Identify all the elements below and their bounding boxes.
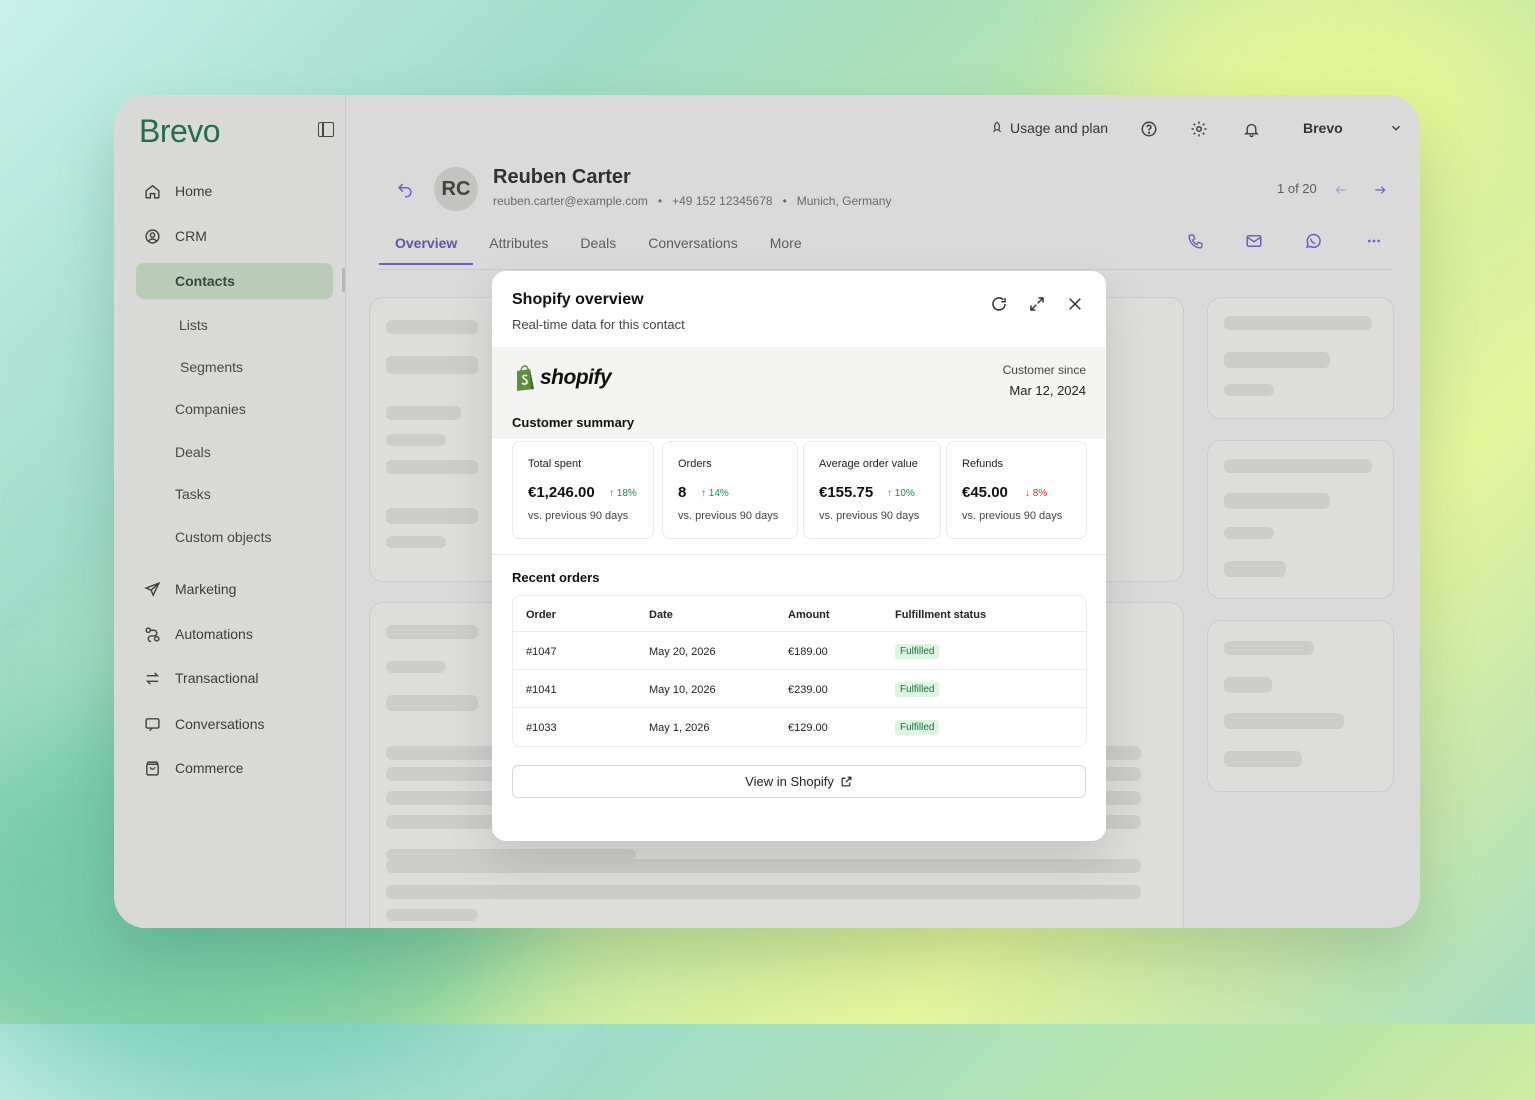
stat-change: ↓ 8% bbox=[1025, 488, 1048, 499]
stat-compare: vs. previous 90 days bbox=[962, 510, 1063, 522]
expand-icon[interactable] bbox=[1028, 295, 1046, 318]
stat-card-total-spent: Total spent €1,246.00 ↑ 18% vs. previous… bbox=[512, 441, 654, 539]
order-number: #1041 bbox=[526, 684, 557, 696]
stat-value: €1,246.00 bbox=[528, 484, 595, 501]
order-date: May 20, 2026 bbox=[649, 646, 716, 658]
close-icon[interactable] bbox=[1066, 295, 1084, 318]
customer-since-date: Mar 12, 2024 bbox=[1009, 383, 1086, 398]
refresh-icon[interactable] bbox=[990, 295, 1008, 318]
stat-card-refunds: Refunds €45.00 ↓ 8% vs. previous 90 days bbox=[946, 441, 1087, 539]
order-date: May 10, 2026 bbox=[649, 684, 716, 696]
order-date: May 1, 2026 bbox=[649, 722, 710, 734]
shopify-wordmark: shopify bbox=[540, 366, 612, 389]
stat-label: Orders bbox=[678, 458, 712, 470]
stat-card-orders: Orders 8 ↑ 14% vs. previous 90 days bbox=[662, 441, 798, 539]
modal-actions bbox=[990, 295, 1084, 318]
order-amount: €189.00 bbox=[788, 646, 828, 658]
status-badge: Fulfilled bbox=[895, 682, 940, 697]
stat-compare: vs. previous 90 days bbox=[528, 510, 629, 522]
customer-since-label: Customer since bbox=[1002, 363, 1086, 377]
table-row[interactable]: #1047 May 20, 2026 €189.00 Fulfilled bbox=[513, 631, 1086, 670]
arrow-up-icon: ↑ bbox=[609, 488, 614, 499]
table-row[interactable]: #1041 May 10, 2026 €239.00 Fulfilled bbox=[513, 669, 1086, 708]
stat-card-average-order-value: Average order value €155.75 ↑ 10% vs. pr… bbox=[803, 441, 941, 539]
stat-label: Average order value bbox=[819, 458, 918, 470]
column-header-order: Order bbox=[526, 609, 556, 621]
stat-value: €45.00 bbox=[962, 484, 1008, 501]
column-header-amount: Amount bbox=[788, 609, 830, 621]
status-badge: Fulfilled bbox=[895, 720, 940, 735]
recent-orders-table: Order Date Amount Fulfillment status #10… bbox=[512, 595, 1087, 747]
shopify-bag-icon bbox=[517, 365, 534, 391]
recent-orders-heading: Recent orders bbox=[512, 570, 600, 585]
stat-label: Refunds bbox=[962, 458, 1003, 470]
shopify-logo: shopify bbox=[514, 365, 612, 391]
view-button-label: View in Shopify bbox=[745, 774, 834, 789]
order-amount: €239.00 bbox=[788, 684, 828, 696]
external-link-icon bbox=[841, 776, 852, 787]
stat-change: ↑ 18% bbox=[609, 488, 637, 499]
shopify-overview-modal: Shopify overview Real-time data for this… bbox=[492, 271, 1106, 841]
arrow-up-icon: ↑ bbox=[887, 488, 892, 499]
table-row[interactable]: #1033 May 1, 2026 €129.00 Fulfilled bbox=[513, 707, 1086, 746]
order-number: #1033 bbox=[526, 722, 557, 734]
stat-compare: vs. previous 90 days bbox=[678, 510, 779, 522]
customer-summary-heading: Customer summary bbox=[512, 415, 635, 430]
arrow-up-icon: ↑ bbox=[701, 488, 706, 499]
order-amount: €129.00 bbox=[788, 722, 828, 734]
stat-label: Total spent bbox=[528, 458, 582, 470]
stat-value: 8 bbox=[678, 484, 687, 501]
column-header-date: Date bbox=[649, 609, 673, 621]
column-header-fulfillment-status: Fulfillment status bbox=[895, 609, 987, 621]
stat-change: ↑ 10% bbox=[887, 488, 915, 499]
status-badge: Fulfilled bbox=[895, 644, 940, 659]
divider bbox=[492, 554, 1106, 555]
modal-subtitle: Real-time data for this contact bbox=[512, 317, 685, 332]
modal-title: Shopify overview bbox=[512, 291, 644, 308]
stat-value: €155.75 bbox=[819, 484, 874, 501]
app-window: Brevo Home CRM Contacts Lists Segments C… bbox=[114, 95, 1420, 928]
stat-compare: vs. previous 90 days bbox=[819, 510, 920, 522]
stat-change: ↑ 14% bbox=[701, 488, 729, 499]
order-number: #1047 bbox=[526, 646, 557, 658]
arrow-down-icon: ↓ bbox=[1025, 488, 1030, 499]
view-in-shopify-button[interactable]: View in Shopify bbox=[512, 765, 1086, 798]
